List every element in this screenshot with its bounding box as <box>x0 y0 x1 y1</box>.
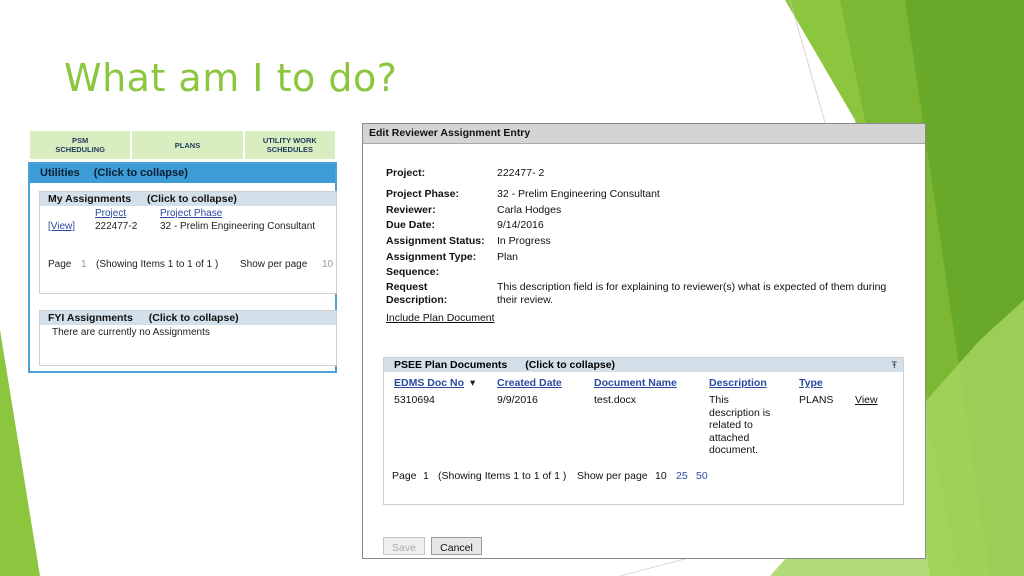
fyi-assignments-header[interactable]: FYI Assignments (Click to collapse) <box>40 311 336 325</box>
project-label: Project: <box>386 167 426 179</box>
plan-documents-collapse-link[interactable]: (Click to collapse) <box>525 359 615 371</box>
plan-documents-header[interactable]: PSEE Plan Documents (Click to collapse) Ŧ <box>384 358 903 372</box>
column-edms-doc-no[interactable]: EDMS Doc No <box>394 377 464 389</box>
request-label: Request <box>386 281 428 293</box>
column-description[interactable]: Description <box>709 377 767 389</box>
doc-number-cell: 5310694 <box>394 394 435 406</box>
desc-line: related to <box>709 419 753 431</box>
docs-pager-per-page-label: Show per page <box>577 470 648 482</box>
my-assignments-header[interactable]: My Assignments (Click to collapse) <box>40 192 336 206</box>
description-label: Description: <box>386 294 448 306</box>
pager-showing-text: (Showing Items 1 to 1 of 1 ) <box>96 259 219 270</box>
assignment-type-label: Assignment Type: <box>386 251 477 263</box>
pager-label: Page <box>48 259 72 270</box>
doc-created-cell: 9/9/2016 <box>497 394 538 406</box>
my-assignments-title: My Assignments <box>48 193 132 205</box>
nav-bar: PSM SCHEDULING PLANS UTILITY WORK SCHEDU… <box>30 131 335 159</box>
assignment-project-cell: 222477-2 <box>95 221 138 232</box>
nav-tab-utility-work-schedules[interactable]: UTILITY WORK SCHEDULES <box>244 131 335 159</box>
nav-tab-label: PSM SCHEDULING <box>55 136 105 154</box>
nav-tab-label: PLANS <box>174 140 201 150</box>
reviewer-value: Carla Hodges <box>497 204 562 216</box>
nav-tab-label: UTILITY WORK SCHEDULES <box>262 136 317 154</box>
plan-documents-title: PSEE Plan Documents <box>394 359 508 371</box>
docs-per-page-25[interactable]: 25 <box>676 470 688 482</box>
nav-tab-plans[interactable]: PLANS <box>132 131 245 159</box>
docs-pager-current-page: 1 <box>423 470 429 482</box>
pager-per-page-option[interactable]: 10 <box>322 259 333 270</box>
project-phase-label: Project Phase: <box>386 188 459 200</box>
dialog-body: Project: 222477- 2 Project Phase: 32 - P… <box>363 144 925 558</box>
column-document-name[interactable]: Document Name <box>594 377 677 389</box>
fyi-assignments-title: FYI Assignments <box>48 312 133 324</box>
due-date-label: Due Date: <box>386 219 436 231</box>
include-plan-document-link[interactable]: Include Plan Document <box>386 312 495 324</box>
nav-tab-psm-scheduling[interactable]: PSM SCHEDULING <box>30 131 133 159</box>
docs-per-page-10[interactable]: 10 <box>655 470 667 482</box>
doc-name-cell: test.docx <box>594 394 637 406</box>
assignment-status-label: Assignment Status: <box>386 235 485 247</box>
due-date-value: 9/14/2016 <box>497 219 544 231</box>
column-type[interactable]: Type <box>799 377 823 389</box>
docs-pager-label: Page <box>392 470 417 482</box>
utilities-collapse-link[interactable]: (Click to collapse) <box>94 167 188 179</box>
view-assignment-link[interactable]: [View] <box>48 221 75 232</box>
desc-line: document. <box>709 444 759 456</box>
desc-line: description is <box>709 406 771 419</box>
utilities-header[interactable]: Utilities (Click to collapse) <box>30 164 335 183</box>
desc-line: attached <box>709 431 750 444</box>
request-description-line1: This description field is for explaining… <box>497 281 887 293</box>
edit-reviewer-assignment-dialog: Edit Reviewer Assignment Entry Project: … <box>362 123 926 559</box>
pager-current-page: 1 <box>81 259 87 270</box>
plan-documents-panel: PSEE Plan Documents (Click to collapse) Ŧ… <box>383 357 904 505</box>
utilities-panel: Utilities (Click to collapse) My Assignme… <box>28 162 337 373</box>
assignment-status-value: In Progress <box>497 235 551 247</box>
column-created-date[interactable]: Created Date <box>497 377 562 389</box>
project-phase-value: 32 - Prelim Engineering Consultant <box>497 188 660 200</box>
pager-per-page-label: Show per page <box>240 259 308 270</box>
column-project-link[interactable]: Project <box>95 208 126 219</box>
docs-pager-showing-text: (Showing Items 1 to 1 of 1 ) <box>438 470 567 482</box>
pin-icon[interactable]: Ŧ <box>892 358 898 372</box>
column-project-phase-link[interactable]: Project Phase <box>160 208 222 219</box>
doc-view-link[interactable]: View <box>855 394 878 406</box>
left-screenshot: PSM SCHEDULING PLANS UTILITY WORK SCHEDU… <box>28 129 337 374</box>
cancel-button[interactable]: Cancel <box>431 537 482 555</box>
request-description-line2: their review. <box>497 294 554 306</box>
column-edms-doc-no-label: EDMS Doc No <box>394 377 465 389</box>
my-assignments-panel: My Assignments (Click to collapse) Projec… <box>39 191 337 294</box>
sort-desc-icon: ▾ <box>470 377 476 389</box>
sequence-label: Sequence: <box>386 266 440 278</box>
assignment-phase-cell: 32 - Prelim Engineering Consultant <box>160 221 316 232</box>
doc-description-cell: This description is related to attached … <box>709 394 781 457</box>
reviewer-label: Reviewer: <box>386 204 436 216</box>
utilities-title: Utilities <box>40 167 80 179</box>
slide-title: What am I to do? <box>64 56 398 100</box>
my-assignments-collapse-link[interactable]: (Click to collapse) <box>147 193 237 205</box>
fyi-empty-message: There are currently no Assignments <box>52 327 210 338</box>
docs-per-page-50[interactable]: 50 <box>696 470 708 482</box>
save-button[interactable]: Save <box>383 537 425 555</box>
doc-type-cell: PLANS <box>799 394 834 406</box>
fyi-collapse-link[interactable]: (Click to collapse) <box>149 312 239 324</box>
fyi-assignments-panel: FYI Assignments (Click to collapse) There… <box>39 310 337 366</box>
dialog-title: Edit Reviewer Assignment Entry <box>363 124 925 144</box>
assignment-type-value: Plan <box>497 251 519 263</box>
project-value: 222477- 2 <box>497 167 545 179</box>
desc-line: This <box>709 394 729 406</box>
